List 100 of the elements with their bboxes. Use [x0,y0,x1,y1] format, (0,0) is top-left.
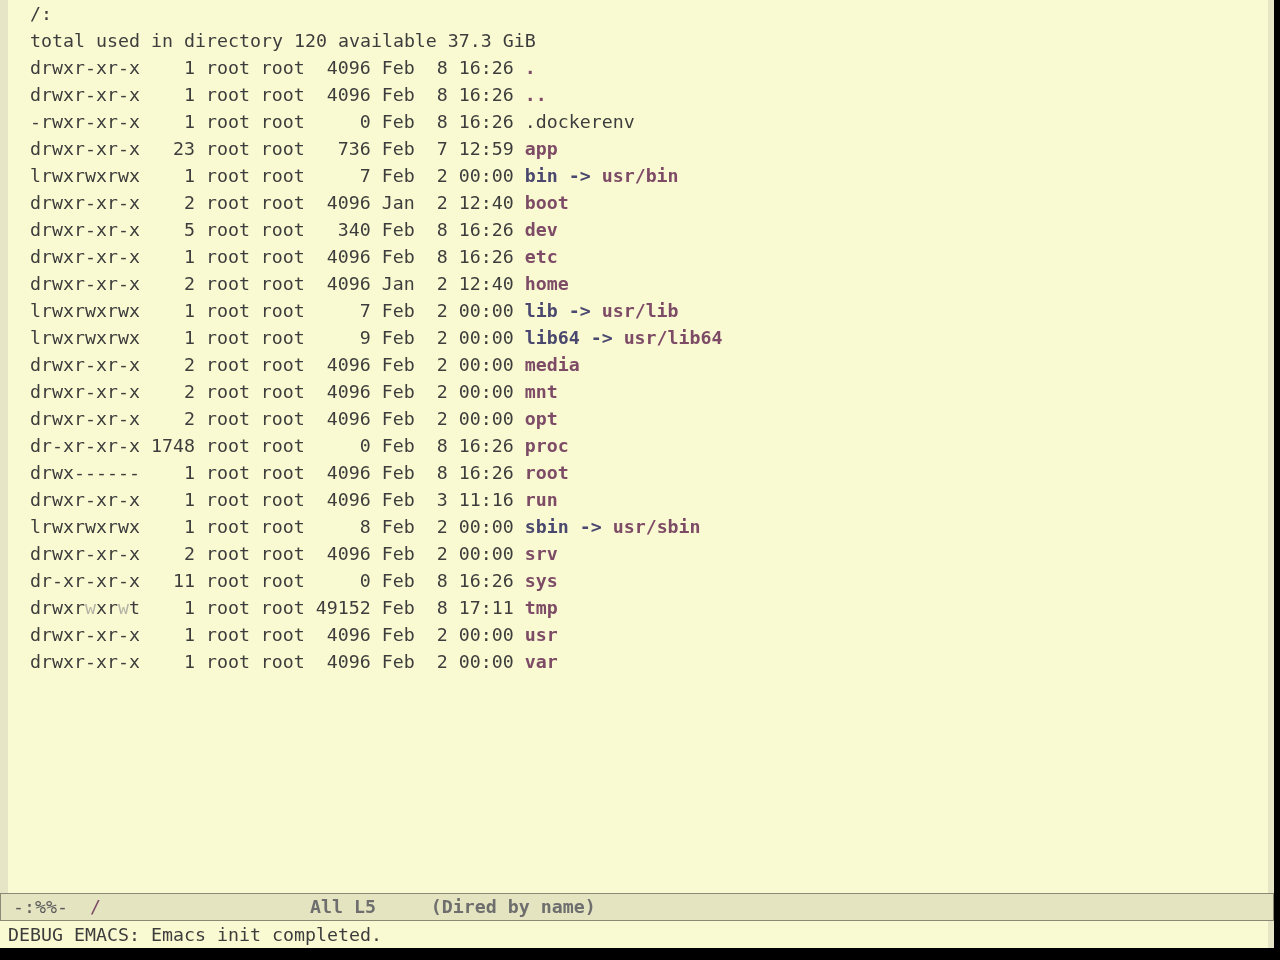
owner-name: root [205,110,250,134]
file-name[interactable]: run [524,486,558,513]
owner-name: root [205,542,250,566]
link-count: 1 [183,110,195,134]
time-text: 00:00 [458,299,514,323]
owner-name: root [205,596,250,620]
time-text: 16:26 [458,434,514,458]
link-count: 1 [183,299,195,323]
permissions-text: drwx------ [30,461,140,485]
time-text: 16:26 [458,461,514,485]
file-size: 7 [359,164,371,188]
group-name: root [260,650,305,674]
group-name: root [260,137,305,161]
date-month: Jan [381,272,415,296]
file-size: 49152 [315,596,371,620]
file-name[interactable]: var [524,648,558,675]
file-name[interactable]: proc [524,432,569,459]
file-size: 0 [359,434,371,458]
permissions-text: drwxr-xr-x [30,380,140,404]
file-size: 4096 [326,650,371,674]
group-name: root [260,542,305,566]
group-name: root [260,272,305,296]
link-target: usr/lib [601,299,679,323]
file-name[interactable]: tmp [524,594,558,621]
date-day: 8 [436,108,448,135]
file-name[interactable]: lib [524,297,558,324]
time-text: 16:26 [458,56,514,80]
owner-name: root [205,623,250,647]
file-name[interactable]: root [524,459,569,486]
file-name[interactable]: .. [524,81,547,108]
file-name[interactable]: media [524,351,580,378]
file-size: 4096 [326,353,371,377]
link-count: 1 [183,326,195,350]
date-month: Feb [381,218,415,242]
time-text: 00:00 [458,515,514,539]
file-name[interactable]: srv [524,540,558,567]
file-name[interactable]: . [524,54,536,81]
group-name: root [260,110,305,134]
owner-name: root [205,56,250,80]
date-day: 7 [436,135,448,162]
file-name[interactable]: bin [524,162,558,189]
major-mode: (Dired by name) [430,895,596,919]
date-month: Feb [381,83,415,107]
group-name: root [260,245,305,269]
date-day: 2 [436,648,448,675]
permissions-text: drwxr-xr-x [30,191,140,215]
file-name[interactable]: etc [524,243,558,270]
permissions-text: drwxr-xr-x [30,56,140,80]
link-count: 2 [183,353,195,377]
permissions-text: drwxr-xr-x [30,353,140,377]
file-name[interactable]: opt [524,405,558,432]
permissions-text: drwxr-xr-x [30,407,140,431]
date-month: Feb [381,299,415,323]
owner-name: root [205,407,250,431]
file-name[interactable]: .dockerenv [524,108,635,135]
file-name[interactable]: boot [524,189,569,216]
file-name[interactable]: dev [524,216,558,243]
owner-name: root [205,650,250,674]
file-size: 4096 [326,191,371,215]
file-size: 4096 [326,488,371,512]
file-name[interactable]: mnt [524,378,558,405]
link-count: 1 [183,596,195,620]
link-count: 1 [183,488,195,512]
file-name[interactable]: app [524,135,558,162]
file-name[interactable]: sbin [524,513,569,540]
time-text: 17:11 [458,596,514,620]
date-month: Feb [381,407,415,431]
date-day: 8 [436,432,448,459]
position-indicator: All L5 [309,895,376,919]
link-arrow: -> [568,299,591,323]
date-month: Feb [381,434,415,458]
file-name[interactable]: home [524,270,569,297]
owner-name: root [205,326,250,350]
link-count: 2 [183,380,195,404]
owner-name: root [205,218,250,242]
time-text: 16:26 [458,83,514,107]
time-text: 16:26 [458,569,514,593]
link-target: usr/bin [601,164,679,188]
permissions-text: drwxr-xr-x [30,542,140,566]
link-count: 2 [183,407,195,431]
group-name: root [260,218,305,242]
owner-name: root [205,137,250,161]
link-count: 1 [183,650,195,674]
date-month: Feb [381,353,415,377]
link-count: 11 [172,569,195,593]
permissions-text: drwxr-xr-x [30,488,140,512]
time-text: 00:00 [458,407,514,431]
link-target: usr/lib64 [623,326,723,350]
file-name[interactable]: sys [524,567,558,594]
file-size: 0 [359,110,371,134]
group-name: root [260,164,305,188]
file-name[interactable]: usr [524,621,558,648]
group-name: root [260,191,305,215]
group-name: root [260,83,305,107]
date-day: 2 [436,324,448,351]
file-name[interactable]: lib64 [524,324,580,351]
link-count: 1 [183,245,195,269]
date-day: 8 [436,81,448,108]
date-day: 8 [436,459,448,486]
date-day: 3 [436,486,448,513]
